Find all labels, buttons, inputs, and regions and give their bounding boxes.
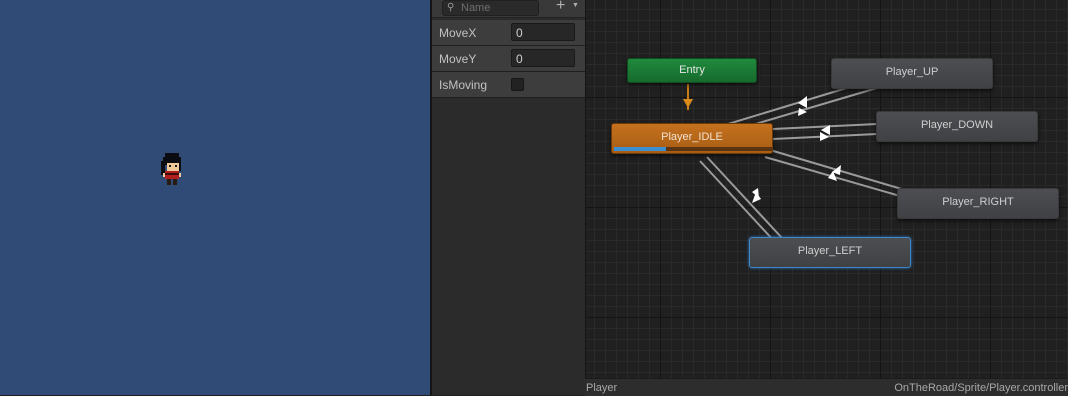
- state-progress-bar: [614, 147, 772, 151]
- state-label: Player_LEFT: [797, 245, 863, 257]
- state-label: Entry: [679, 64, 705, 76]
- transition-idle-to-left: [706, 156, 783, 239]
- parameter-value-field[interactable]: 0: [511, 23, 575, 41]
- parameter-name: MoveX: [439, 26, 477, 40]
- graph-divider: [585, 0, 586, 378]
- parameter-value: 0: [516, 52, 523, 66]
- transition-arrow: [752, 192, 761, 203]
- transition-arrow: [798, 96, 807, 108]
- parameter-name: IsMoving: [439, 78, 488, 92]
- parameter-search-input[interactable]: ⚲ Name: [442, 0, 539, 16]
- parameter-value-field[interactable]: 0: [511, 49, 575, 67]
- entry-transition-arrow: [683, 99, 693, 108]
- player-character-sprite: [161, 153, 181, 185]
- game-view: [0, 0, 430, 395]
- state-player-idle[interactable]: Player_IDLE: [611, 123, 773, 154]
- parameter-value: 0: [516, 26, 523, 40]
- state-player-down[interactable]: Player_DOWN: [876, 111, 1038, 142]
- parameters-panel: ⚲ Name + ▼ MoveX 0 MoveY 0 IsMoving: [432, 0, 585, 395]
- chevron-down-icon[interactable]: ▼: [572, 2, 579, 9]
- search-placeholder: Name: [461, 2, 491, 14]
- parameter-name: MoveY: [439, 52, 477, 66]
- transition-left-to-idle: [699, 160, 776, 243]
- state-player-left[interactable]: Player_LEFT: [749, 237, 911, 268]
- controller-path: OnTheRoad/Sprite/Player.controller: [894, 382, 1068, 394]
- state-label: Player_RIGHT: [942, 196, 1014, 208]
- search-icon: ⚲: [447, 2, 455, 13]
- parameter-checkbox[interactable]: [511, 78, 524, 91]
- state-player-right[interactable]: Player_RIGHT: [897, 188, 1059, 219]
- parameter-row-movex[interactable]: MoveX 0: [432, 20, 585, 46]
- state-label: Player_DOWN: [920, 119, 994, 131]
- parameter-row-movey[interactable]: MoveY 0: [432, 46, 585, 72]
- layer-name: Player: [586, 382, 618, 394]
- state-player-up[interactable]: Player_UP: [831, 58, 993, 89]
- parameters-toolbar: ⚲ Name + ▼: [432, 0, 585, 18]
- state-label: Player_IDLE: [661, 131, 723, 143]
- animator-status-bar: Player OnTheRoad/Sprite/Player.controlle…: [585, 378, 1068, 396]
- parameter-row-ismoving[interactable]: IsMoving: [432, 72, 585, 98]
- state-entry[interactable]: Entry: [627, 58, 757, 83]
- state-label: Player_UP: [885, 66, 939, 78]
- add-parameter-button[interactable]: +: [556, 0, 565, 15]
- animator-graph[interactable]: Entry Player_IDLE Player_UP Player_DOWN …: [585, 0, 1068, 378]
